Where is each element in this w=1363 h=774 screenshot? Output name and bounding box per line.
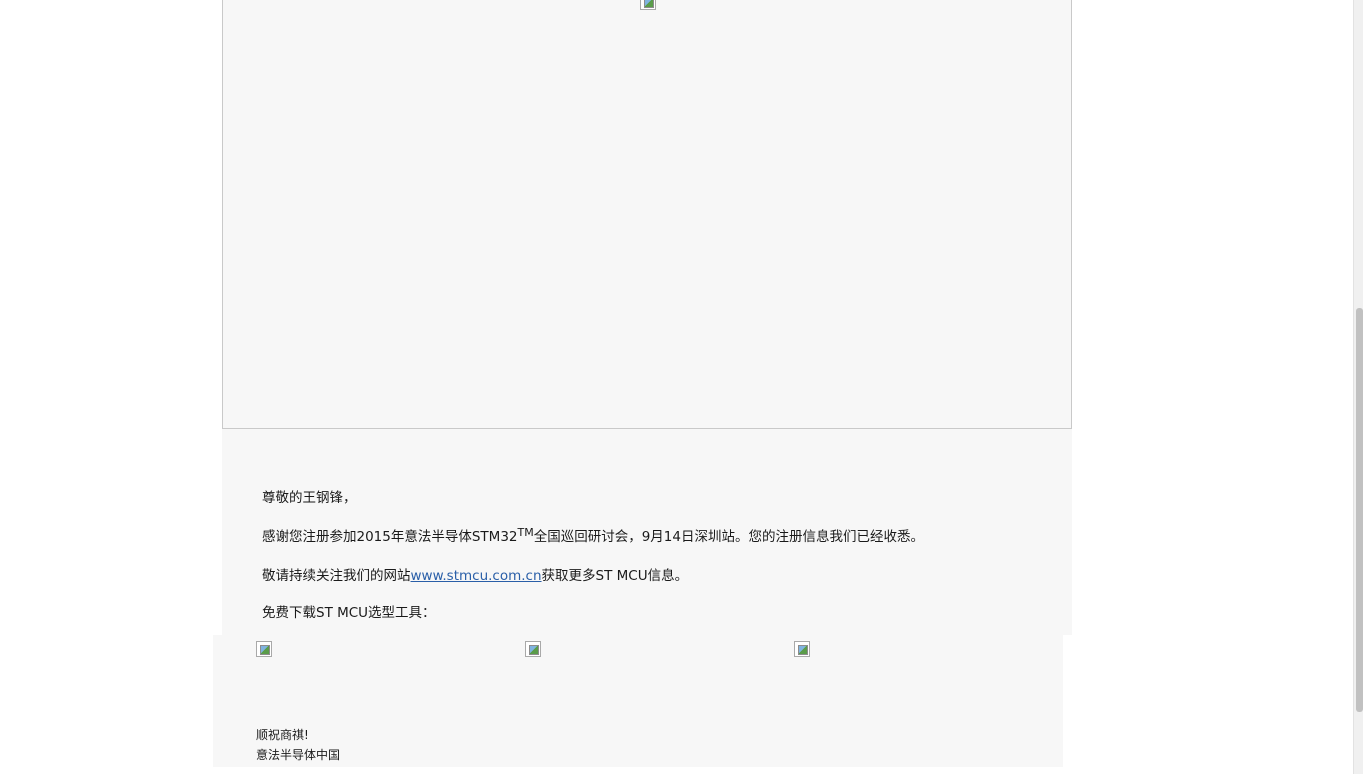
trademark-sup: TM: [517, 526, 534, 539]
website-link[interactable]: www.stmcu.com.cn: [411, 568, 542, 584]
signature-company: 意法半导体中国: [256, 748, 341, 762]
greeting-text: 尊敬的王钢锋，: [262, 490, 357, 506]
thanks-text-part2: 全国巡回研讨会，9月14日深圳站。您的注册信息我们已经收悉。: [533, 529, 924, 545]
tool-download-image-2-icon[interactable]: [525, 641, 541, 657]
scrollbar-thumb[interactable]: [1356, 308, 1363, 712]
email-page: 尊敬的王钢锋， 感谢您注册参加2015年意法半导体STM32TM全国巡回研讨会，…: [0, 0, 1363, 774]
follow-text-part1: 敬请持续关注我们的网站: [262, 568, 411, 584]
thanks-text: 感谢您注册参加2015年意法半导体STM32TM全国巡回研讨会，9月14日深圳站…: [262, 525, 924, 545]
broken-image-icon: [640, 0, 656, 10]
banner-image-frame: [222, 0, 1072, 429]
follow-text: 敬请持续关注我们的网站www.stmcu.com.cn获取更多ST MCU信息。: [262, 564, 688, 584]
message-body: 尊敬的王钢锋， 感谢您注册参加2015年意法半导体STM32TM全国巡回研讨会，…: [222, 429, 1072, 635]
download-tools-text: 免费下载ST MCU选型工具：: [262, 605, 436, 621]
tool-download-image-3-icon[interactable]: [794, 641, 810, 657]
tool-download-image-1-icon[interactable]: [256, 641, 272, 657]
vertical-scrollbar[interactable]: [1353, 0, 1363, 774]
thanks-text-part1: 感谢您注册参加2015年意法半导体STM32: [262, 529, 518, 545]
follow-text-part2: 获取更多ST MCU信息。: [541, 568, 689, 584]
signature-closing: 顺祝商祺!: [256, 728, 309, 742]
tools-panel: 顺祝商祺! 意法半导体中国: [213, 635, 1063, 767]
